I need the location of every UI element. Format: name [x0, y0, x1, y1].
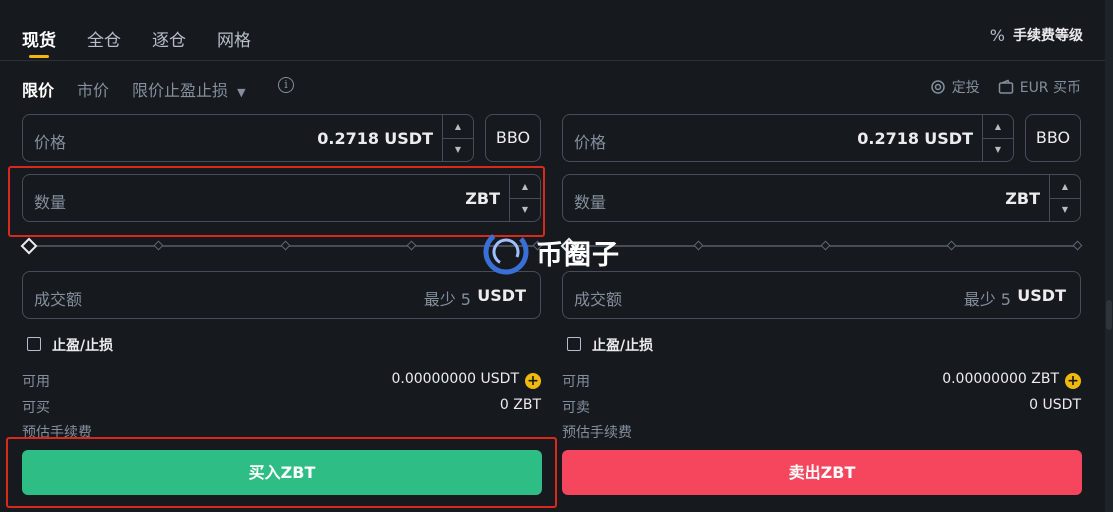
sell-slider-mark-25[interactable] — [693, 240, 704, 251]
highlight-box-buy-button — [6, 437, 557, 508]
sell-price-value[interactable]: 0.2718 — [857, 129, 919, 148]
sell-slider-mark-50[interactable] — [820, 240, 831, 251]
buy-bbo-button[interactable]: BBO — [485, 114, 541, 162]
buy-available-row: 0.00000000 USDT + — [391, 371, 541, 389]
sell-available-value: 0.00000000 ZBT — [942, 371, 1059, 387]
decrement-icon[interactable]: ▼ — [983, 138, 1013, 161]
buy-slider-mark-50[interactable] — [280, 240, 291, 251]
buy-price-unit: USDT — [384, 129, 433, 148]
sell-price-stepper[interactable]: ▲ ▼ — [982, 115, 1013, 161]
order-type-limit[interactable]: 限价 — [22, 77, 54, 101]
buy-price-label: 价格 — [34, 133, 67, 152]
recurring-link[interactable]: 定投 — [930, 77, 980, 97]
watermark-text: 币圈子 — [536, 239, 620, 271]
sell-max-label: 可卖 — [562, 400, 590, 416]
buy-available-label: 可用 — [22, 374, 50, 390]
eur-buy-label: EUR 买币 — [1019, 80, 1081, 96]
sell-slider-mark-100[interactable] — [1072, 240, 1083, 251]
sell-total-input[interactable]: 成交额 最少 5 USDT — [562, 271, 1081, 319]
highlight-box-amount — [8, 166, 545, 237]
buy-slider-mark-75[interactable] — [406, 240, 417, 251]
tab-grid[interactable]: 网格 — [217, 26, 251, 51]
buy-price-input[interactable]: 价格 0.2718 USDT ▲ ▼ — [22, 114, 474, 162]
sell-amount-stepper[interactable]: ▲ ▼ — [1049, 175, 1080, 221]
sell-price-input[interactable]: 价格 0.2718 USDT ▲ ▼ — [562, 114, 1014, 162]
tab-cross[interactable]: 全仓 — [87, 26, 121, 51]
buy-price-value[interactable]: 0.2718 — [317, 129, 379, 148]
add-funds-icon[interactable]: + — [525, 373, 541, 389]
buy-total-label: 成交额 — [34, 290, 83, 309]
order-type-market[interactable]: 市价 — [77, 77, 109, 101]
percent-icon: % — [989, 25, 1005, 45]
increment-icon[interactable]: ▲ — [443, 115, 473, 139]
sell-total-min-hint: 最少 5 — [963, 290, 1011, 309]
decrement-icon[interactable]: ▼ — [1050, 198, 1080, 221]
fee-level-label: 手续费等级 — [1013, 28, 1083, 44]
eur-buy-link[interactable]: EUR 买币 — [998, 77, 1081, 97]
buy-tpsl-label[interactable]: 止盈/止损 — [52, 335, 113, 355]
buy-max-value: 0 ZBT — [499, 397, 541, 413]
recurring-icon — [930, 80, 945, 94]
caret-down-icon: ▼ — [237, 86, 246, 99]
sell-tpsl-checkbox[interactable] — [567, 337, 581, 351]
buy-total-unit: USDT — [477, 286, 526, 305]
recurring-label: 定投 — [951, 80, 980, 96]
sell-amount-unit: ZBT — [1005, 189, 1040, 208]
sell-fee-label: 预估手续费 — [562, 425, 632, 441]
sell-available-label: 可用 — [562, 374, 590, 390]
buy-price-stepper[interactable]: ▲ ▼ — [442, 115, 473, 161]
sell-price-unit: USDT — [924, 129, 973, 148]
tab-spot[interactable]: 现货 — [22, 26, 56, 51]
sell-amount-input[interactable]: 数量 ZBT ▲ ▼ — [562, 174, 1081, 222]
sell-amount-label: 数量 — [574, 193, 607, 212]
decrement-icon[interactable]: ▼ — [443, 138, 473, 161]
sell-bbo-button[interactable]: BBO — [1025, 114, 1081, 162]
wallet-icon — [998, 79, 1013, 94]
buy-slider-mark-25[interactable] — [153, 240, 164, 251]
sell-button[interactable]: 卖出ZBT — [562, 450, 1082, 495]
sell-slider-mark-75[interactable] — [946, 240, 957, 251]
scrollbar-thumb[interactable] — [1106, 300, 1112, 330]
sell-total-unit: USDT — [1017, 286, 1066, 305]
tab-isolated[interactable]: 逐仓 — [152, 26, 186, 51]
order-type-stop-limit-label: 限价止盈止损 — [132, 81, 229, 100]
sell-total-label: 成交额 — [574, 290, 623, 309]
active-tab-indicator — [29, 55, 49, 58]
buy-available-value: 0.00000000 USDT — [391, 371, 519, 387]
buy-slider-handle[interactable] — [20, 237, 38, 255]
info-icon[interactable]: i — [278, 77, 294, 93]
sell-max-value: 0 USDT — [1029, 397, 1081, 413]
fee-level-link[interactable]: % 手续费等级 — [990, 25, 1083, 45]
increment-icon[interactable]: ▲ — [1050, 175, 1080, 199]
sell-tpsl-label[interactable]: 止盈/止损 — [592, 335, 653, 355]
increment-icon[interactable]: ▲ — [983, 115, 1013, 139]
header-divider — [0, 60, 1113, 61]
sell-price-label: 价格 — [574, 133, 607, 152]
watermark: 币圈子 — [482, 228, 620, 276]
buy-total-min-hint: 最少 5 — [423, 290, 471, 309]
buy-total-input[interactable]: 成交额 最少 5 USDT — [22, 271, 541, 319]
order-type-stop-limit[interactable]: 限价止盈止损 ▼ — [132, 77, 246, 101]
sell-available-row: 0.00000000 ZBT + — [942, 371, 1081, 389]
watermark-logo-icon — [483, 229, 529, 275]
scrollbar[interactable] — [1105, 0, 1113, 512]
buy-max-label: 可买 — [22, 400, 50, 416]
buy-tpsl-checkbox[interactable] — [27, 337, 41, 351]
add-funds-icon[interactable]: + — [1065, 373, 1081, 389]
